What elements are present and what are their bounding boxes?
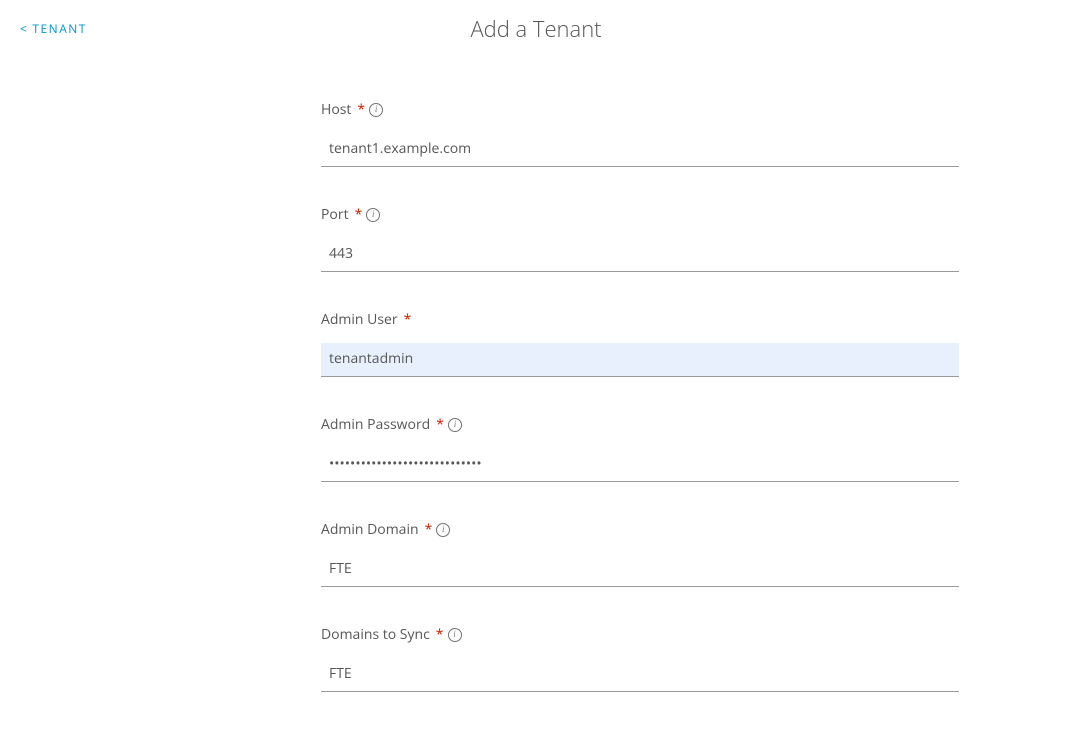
admin-domain-input[interactable] xyxy=(321,553,959,587)
admin-password-label-text: Admin Password xyxy=(321,415,430,434)
admin-domain-label: Admin Domain * i xyxy=(321,520,959,539)
required-indicator: * xyxy=(357,100,365,119)
admin-user-input[interactable] xyxy=(321,343,959,377)
domains-to-sync-input[interactable] xyxy=(321,658,959,692)
add-tenant-form: Host * i Port * i Admin User * Admin Pas… xyxy=(321,100,959,730)
info-icon[interactable]: i xyxy=(366,208,380,222)
required-indicator: * xyxy=(355,205,363,224)
admin-password-field-group: Admin Password * i xyxy=(321,415,959,482)
host-field-group: Host * i xyxy=(321,100,959,167)
domains-to-sync-label-text: Domains to Sync xyxy=(321,625,430,644)
page-title: Add a Tenant xyxy=(0,14,1072,44)
required-indicator: * xyxy=(436,415,444,434)
admin-domain-label-text: Admin Domain xyxy=(321,520,419,539)
required-indicator: * xyxy=(425,520,433,539)
admin-user-label: Admin User * xyxy=(321,310,959,329)
admin-user-field-group: Admin User * xyxy=(321,310,959,377)
port-input[interactable] xyxy=(321,238,959,272)
admin-domain-field-group: Admin Domain * i xyxy=(321,520,959,587)
info-icon[interactable]: i xyxy=(436,523,450,537)
info-icon[interactable]: i xyxy=(448,418,462,432)
admin-user-label-text: Admin User xyxy=(321,310,398,329)
host-label-text: Host xyxy=(321,100,351,119)
domains-to-sync-label: Domains to Sync * i xyxy=(321,625,959,644)
host-label: Host * i xyxy=(321,100,959,119)
host-input[interactable] xyxy=(321,133,959,167)
port-label: Port * i xyxy=(321,205,959,224)
required-indicator: * xyxy=(436,625,444,644)
domains-to-sync-field-group: Domains to Sync * i xyxy=(321,625,959,692)
info-icon[interactable]: i xyxy=(369,103,383,117)
info-icon[interactable]: i xyxy=(448,628,462,642)
admin-password-input[interactable] xyxy=(321,448,959,482)
port-label-text: Port xyxy=(321,205,349,224)
admin-password-label: Admin Password * i xyxy=(321,415,959,434)
port-field-group: Port * i xyxy=(321,205,959,272)
required-indicator: * xyxy=(404,310,412,329)
